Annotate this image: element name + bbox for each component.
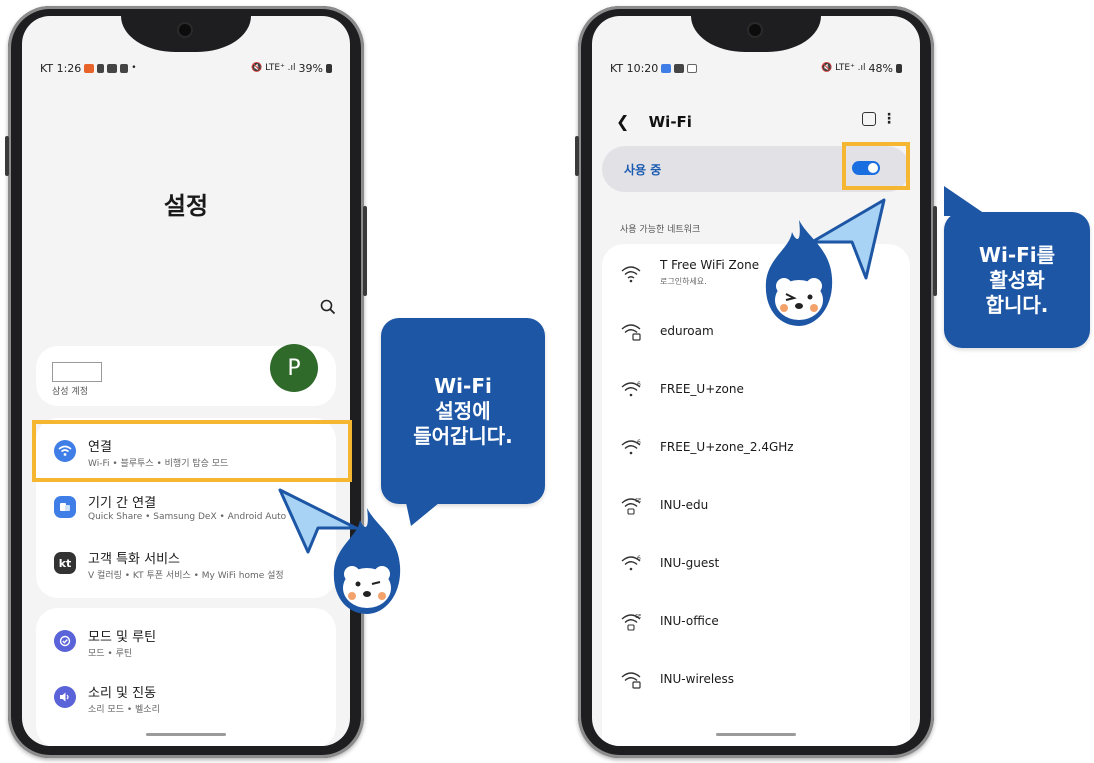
bubble-tail-icon xyxy=(405,498,445,526)
page-title: 설정 xyxy=(163,192,209,220)
svg-text:6E: 6E xyxy=(635,614,641,620)
wifi-screen: KT 10:20 🔇 LTE⁺ .ıl 48% ❮ Wi-Fi ⋮ 사용 중 사… xyxy=(592,16,920,746)
wifi-signal-icon xyxy=(621,266,641,283)
more-options-icon[interactable]: ⋮ xyxy=(882,111,896,127)
section-label: 사용 가능한 네트워크 xyxy=(620,225,701,235)
svg-text:6: 6 xyxy=(637,555,641,562)
avatar[interactable]: P xyxy=(270,344,318,392)
home-indicator[interactable] xyxy=(716,733,796,736)
network-item[interactable]: 6 FREE_U+zone_2.4GHz xyxy=(602,420,910,478)
home-indicator[interactable] xyxy=(146,733,226,736)
qr-scan-icon[interactable] xyxy=(862,112,876,126)
menu-item-sound[interactable]: 소리 및 진동 소리 모드 • 벨소리 xyxy=(36,672,336,724)
battery-level: 39% xyxy=(298,61,323,75)
account-name-field xyxy=(52,362,102,382)
mascot-icon xyxy=(765,220,833,326)
kt-icon: kt xyxy=(54,552,76,574)
wifi-header: ❮ Wi-Fi xyxy=(616,112,692,131)
settings-screen: KT 1:26 • 🔇 LTE⁺ .ıl 39% 설정 삼성 계정 P 연결 W… xyxy=(22,16,350,746)
left-phone: KT 1:26 • 🔇 LTE⁺ .ıl 39% 설정 삼성 계정 P 연결 W… xyxy=(5,6,367,758)
network-item[interactable]: 6 INU-guest xyxy=(602,536,910,594)
network-item[interactable]: eduroam xyxy=(602,304,910,362)
network-item[interactable]: 6E INU-edu xyxy=(602,478,910,536)
callout-enter-wifi-settings: Wi-Fi 설정에 들어갑니다. xyxy=(381,318,545,504)
wifi-6-icon: 6 xyxy=(621,381,641,397)
devices-icon xyxy=(54,496,76,518)
account-label: 삼성 계정 xyxy=(52,387,88,397)
wifi-6-icon: 6 xyxy=(621,555,641,571)
account-card[interactable]: 삼성 계정 P xyxy=(36,344,336,406)
page-title: Wi-Fi xyxy=(648,113,692,131)
right-phone: KT 10:20 🔇 LTE⁺ .ıl 48% ❮ Wi-Fi ⋮ 사용 중 사… xyxy=(575,6,937,758)
menu-item-modes-routines[interactable]: 모드 및 루틴 모드 • 루틴 xyxy=(36,616,336,668)
wifi-6e-lock-icon: 6E xyxy=(621,498,641,515)
back-icon[interactable]: ❮ xyxy=(616,112,629,131)
status-time: KT 10:20 xyxy=(610,61,659,75)
settings-group-2: 모드 및 루틴 모드 • 루틴 소리 및 진동 소리 모드 • 벨소리 xyxy=(36,608,336,746)
svg-text:6E: 6E xyxy=(635,498,641,504)
network-item[interactable]: 6E INU-office xyxy=(602,594,910,652)
highlight-connections xyxy=(32,420,352,482)
wifi-lock-icon xyxy=(621,672,641,689)
status-bar: KT 1:26 • 🔇 LTE⁺ .ıl 39% xyxy=(40,60,332,76)
sound-icon xyxy=(54,686,76,708)
toggle-label: 사용 중 xyxy=(624,163,662,177)
svg-text:6: 6 xyxy=(637,381,641,388)
callout-enable-wifi: Wi-Fi를 활성화 합니다. xyxy=(944,212,1090,348)
wifi-6e-lock-icon: 6E xyxy=(621,614,641,631)
network-item[interactable]: 6 FREE_U+zone xyxy=(602,362,910,420)
wifi-6-icon: 6 xyxy=(621,439,641,455)
network-list: T Free WiFi Zone 로그인하세요. eduroam 6 FREE_… xyxy=(602,244,910,746)
battery-level: 48% xyxy=(868,61,893,75)
routine-icon xyxy=(54,630,76,652)
wifi-lock-icon xyxy=(621,324,641,341)
status-time: KT 1:26 xyxy=(40,61,82,75)
status-bar: KT 10:20 🔇 LTE⁺ .ıl 48% xyxy=(610,60,902,76)
mascot-icon xyxy=(333,508,401,614)
network-item[interactable]: INU-wireless xyxy=(602,652,910,710)
search-icon[interactable] xyxy=(320,299,336,315)
svg-text:6: 6 xyxy=(637,439,641,446)
bubble-tail-icon xyxy=(944,186,988,216)
highlight-wifi-switch xyxy=(842,142,910,190)
